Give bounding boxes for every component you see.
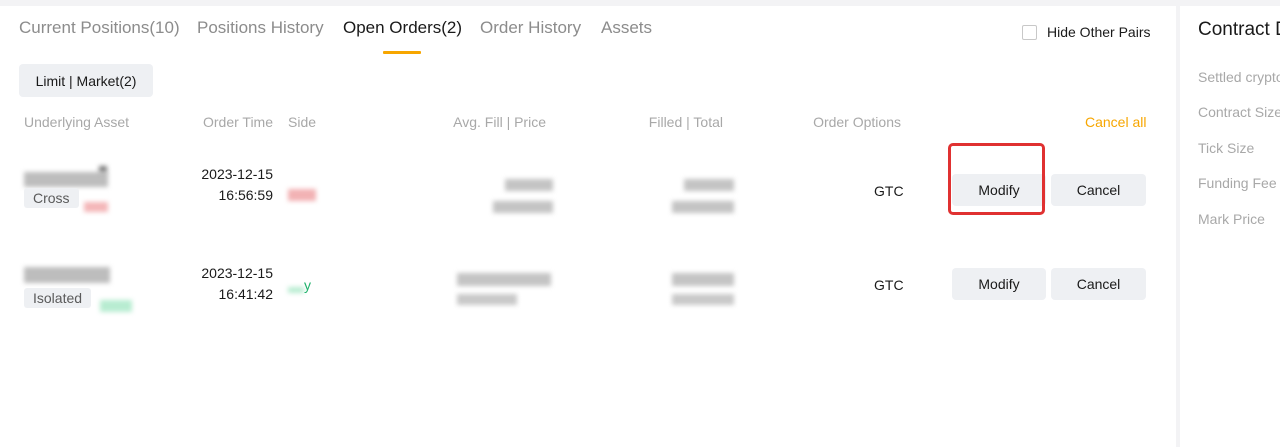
cancel-all-link[interactable]: Cancel all (1085, 114, 1146, 130)
redacted-total (672, 201, 734, 213)
funding-fee-label: Funding Fee (1198, 175, 1277, 191)
order-date: 2023-12-15 (201, 166, 273, 182)
order-time: 2023-12-15 16:56:59 (173, 164, 273, 206)
redacted-symbol (24, 267, 110, 283)
col-side: Side (288, 114, 317, 130)
settled-crypto-label: Settled crypto (1198, 69, 1280, 85)
col-order-options: Order Options (813, 114, 901, 130)
redacted-filled (684, 179, 734, 191)
hide-other-pairs-label: Hide Other Pairs (1047, 24, 1151, 40)
order-time: 2023-12-15 16:41:42 (173, 263, 273, 305)
redacted-symbol-fragment (99, 166, 107, 172)
redacted-side (288, 287, 304, 293)
redacted-filled (672, 273, 734, 286)
tab-current-positions[interactable]: Current Positions(10) (19, 18, 180, 38)
margin-mode-badge: Cross (24, 188, 79, 208)
contract-size-label: Contract Size (1198, 104, 1280, 120)
redacted-symbol (24, 172, 108, 187)
redacted-leverage (100, 300, 132, 312)
modify-button[interactable]: Modify (952, 174, 1046, 206)
mark-price-label: Mark Price (1198, 211, 1265, 227)
col-filled-total: Filled | Total (648, 114, 723, 130)
col-underlying-asset: Underlying Asset (24, 114, 130, 130)
order-date: 2023-12-15 (201, 265, 273, 281)
tick-size-label: Tick Size (1198, 140, 1255, 156)
order-type-filter-button[interactable]: Limit | Market(2) (19, 64, 153, 97)
redacted-total (672, 294, 734, 305)
order-side: y (304, 277, 311, 293)
redacted-price (457, 294, 517, 305)
redacted-leverage (84, 202, 108, 212)
redacted-side (288, 189, 316, 201)
orders-panel: Current Positions(10) Positions History … (0, 6, 1176, 447)
contract-details-title: Contract D (1198, 19, 1280, 40)
col-order-time: Order Time (202, 114, 273, 130)
order-tabs: Current Positions(10) Positions History … (0, 6, 1000, 54)
order-type-filter-label: Limit | Market(2) (35, 72, 137, 89)
order-clock: 16:56:59 (218, 187, 274, 203)
redacted-price (493, 201, 553, 213)
order-clock: 16:41:42 (218, 286, 274, 302)
active-tab-indicator (383, 51, 421, 54)
col-avg-fill-price: Avg. Fill | Price (453, 114, 546, 130)
contract-details-panel: Contract D Settled crypto Contract Size … (1180, 6, 1280, 447)
modify-button[interactable]: Modify (952, 268, 1046, 300)
order-option: GTC (874, 183, 904, 199)
tab-assets[interactable]: Assets (601, 18, 652, 38)
redacted-avg-fill (505, 179, 553, 191)
hide-other-pairs-checkbox[interactable] (1022, 24, 1037, 40)
margin-mode-badge: Isolated (24, 288, 92, 308)
tab-open-orders[interactable]: Open Orders(2) (343, 18, 462, 38)
order-option: GTC (874, 277, 904, 293)
tab-positions-history[interactable]: Positions History (197, 18, 324, 38)
cancel-order-button[interactable]: Cancel (1051, 268, 1146, 300)
cancel-order-button[interactable]: Cancel (1051, 174, 1146, 206)
tab-order-history[interactable]: Order History (480, 18, 581, 38)
hide-other-pairs-toggle[interactable]: Hide Other Pairs (1022, 24, 1150, 40)
redacted-avg-fill (457, 273, 551, 286)
